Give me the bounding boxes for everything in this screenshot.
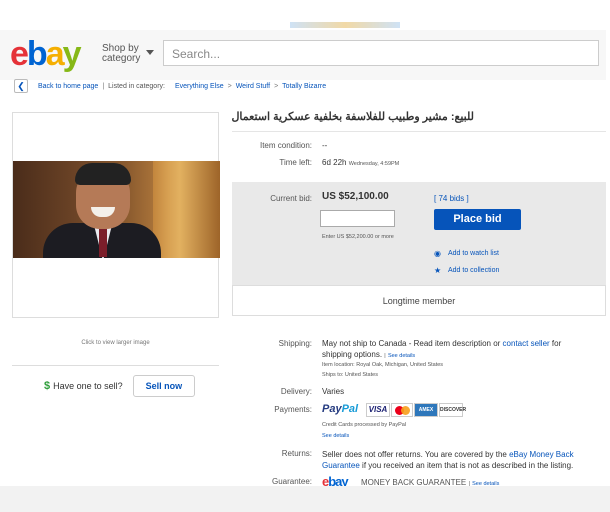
bottom-margin [0,486,610,512]
condition-label: Item condition: [259,141,312,150]
listed-in-label: Listed in category: [108,82,165,90]
photo-tie [99,227,107,257]
time-left-label: Time left: [279,158,312,167]
current-bid-value: US $52,100.00 [322,191,389,202]
collection-label: Add to collection [448,267,500,274]
sell-now-button[interactable]: Sell now [132,375,196,397]
shipping-label: Shipping: [278,339,312,348]
shipping-text-3: shipping options. [322,350,383,359]
current-bid-label: Current bid: [270,194,312,203]
returns-text-2: if you received an item that is not as d… [362,461,574,470]
shipping-text: May not ship to Canada - Read item descr… [322,339,604,348]
divider-bar: | [384,353,386,359]
time-left-detail: Wednesday, 4:59PM [348,161,400,167]
chevron-right-icon: > [274,82,279,90]
visa-card-icon: VISA [366,403,390,417]
shipping-text-2: for [551,339,562,348]
returns-label: Returns: [281,449,312,458]
back-to-home-link[interactable]: Back to home page [38,83,98,90]
breadcrumb-separator: | [102,82,105,90]
enter-bid-hint: Enter US $52,200.00 or more [322,234,394,240]
search-input[interactable]: Search... [163,40,599,66]
search-placeholder: Search... [172,47,221,61]
delivery-label: Delivery: [280,387,312,396]
breadcrumb-weird-stuff[interactable]: Weird Stuff [236,83,270,90]
place-bid-button[interactable]: Place bid [434,209,521,230]
item-location: Item location: Royal Oak, Michigan, Unit… [322,362,444,368]
eye-icon: ◉ [434,249,441,258]
item-photo[interactable] [13,161,220,258]
bid-count-link[interactable]: [ 74 bids ] [434,194,469,203]
title-container: للبيع: مشير وطبيب للفلاسفة بخلفية عسكرية… [232,110,474,123]
click-to-view-larger[interactable]: Click to view larger image [12,340,219,346]
category-label: category [102,53,141,64]
guarantee-link[interactable]: Guarantee [322,461,360,470]
shop-by-category-button[interactable]: Shop by category [102,44,154,64]
mastercard-icon [391,403,413,417]
add-to-watch-list[interactable]: ◉ Add to watch list [434,249,499,258]
photo-hair [75,163,131,185]
payments-label: Payments: [274,405,312,414]
returns-text-1: Seller does not offer returns. You are c… [322,450,507,459]
ships-to: Ships to: United States [322,372,378,378]
divider [232,131,606,132]
time-left-duration: 6d 22h [322,158,347,167]
condition-value: -- [322,141,328,150]
paypal-pay: Pay [322,403,342,415]
add-to-collection[interactable]: ★ Add to collection [434,266,499,275]
have-one-to-sell: Have one to sell? [53,381,123,391]
seller-status: Longtime member [232,285,606,316]
banner-strip [290,22,400,28]
bid-amount-input[interactable] [320,210,395,227]
shipping-text-line2: shipping options. | See details [322,350,415,359]
ebay-logo[interactable]: ebay [10,34,82,74]
shipping-text-1: May not ship to Canada - Read item descr… [322,339,501,348]
money-back-link[interactable]: eBay Money Back [509,450,573,459]
watch-list-label: Add to watch list [448,250,499,257]
chevron-right-icon: > [227,82,232,90]
dollar-icon: $ [44,380,51,392]
chevron-down-icon [146,50,154,55]
contact-seller-link[interactable]: contact seller [503,339,550,348]
discover-card-icon: DISCOVER [439,403,466,417]
paypal-logo: PayPal [322,403,358,415]
sell-row: $ Have one to sell? Sell now [44,375,196,397]
payments-see-details[interactable]: See details [322,433,349,439]
photo-curtain [153,161,220,258]
shipping-see-details[interactable]: See details [388,353,415,359]
browser-top-band [0,0,610,30]
divider [12,365,219,366]
breadcrumb-everything-else[interactable]: Everything Else [175,83,224,90]
guarantee-label: Guarantee: [271,477,312,486]
item-title: للبيع: مشير وطبيب للفلاسفة بخلفية عسكرية… [232,111,474,123]
breadcrumb-totally-bizarre[interactable]: Totally Bizarre [282,83,326,90]
page: ebay Shop by category Search... ❮ Back t… [0,0,610,512]
breadcrumb: ❮ Back to home page | Listed in category… [14,78,326,94]
right-edge [606,30,610,512]
time-left-value: 6d 22h Wednesday, 4:59PM [322,158,399,167]
returns-text: Seller does not offer returns. You are c… [322,449,606,471]
paypal-note: Credit Cards processed by PayPal [322,422,407,428]
back-arrow-icon[interactable]: ❮ [14,79,28,93]
paypal-pal: Pal [341,403,359,415]
delivery-value: Varies [322,387,345,396]
star-icon: ★ [434,266,442,275]
amex-card-icon: AMEX [414,403,438,417]
